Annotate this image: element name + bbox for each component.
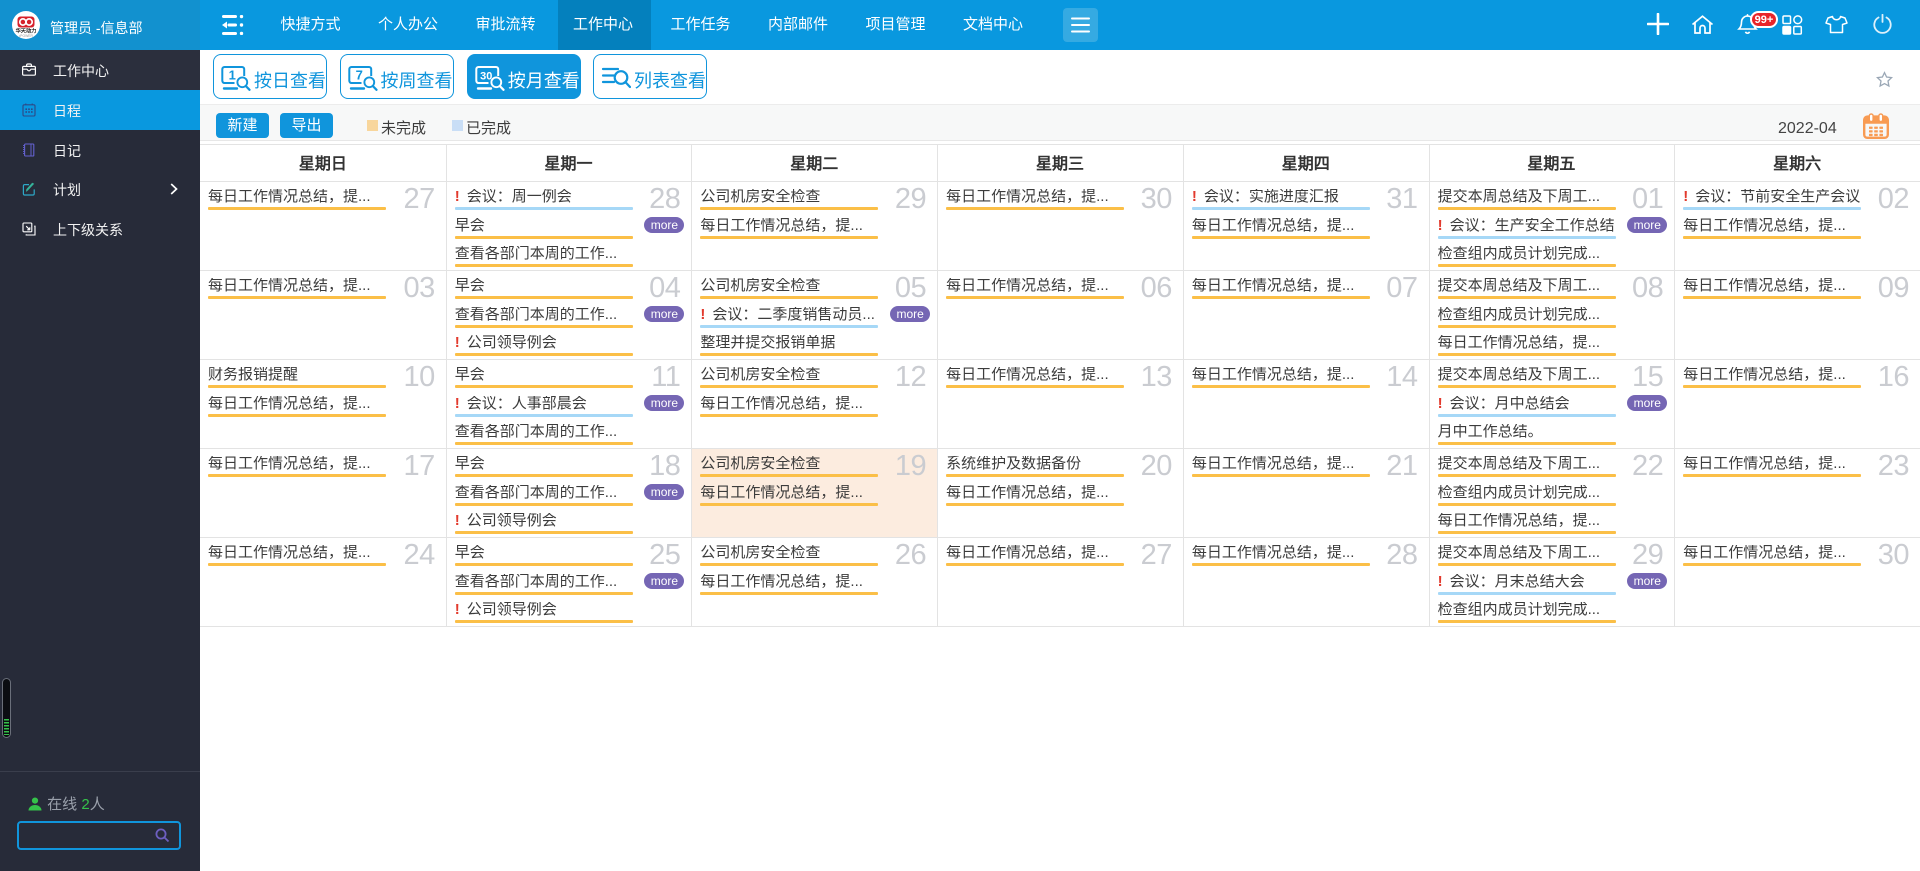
svg-text:•POWER: •POWER bbox=[19, 34, 34, 38]
svg-text:1: 1 bbox=[229, 68, 236, 83]
svg-text:30: 30 bbox=[480, 71, 492, 83]
svg-text:7: 7 bbox=[355, 68, 362, 83]
